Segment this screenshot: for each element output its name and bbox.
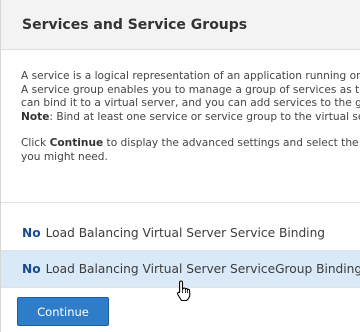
description-text: A service is a logical representation of… [21,70,360,165]
hand-pointer-icon [176,280,191,302]
panel-header: Services and Service Groups [1,0,360,50]
continue-button[interactable]: Continue [17,297,109,326]
note-line: Note: Bind at least one service or servi… [21,111,360,125]
binding-status: No [22,262,41,276]
binding-label: Load Balancing Virtual Server Service Bi… [45,226,326,240]
service-binding-row[interactable]: No Load Balancing Virtual Server Service… [1,215,360,251]
instruction-bold: Continue [49,137,104,150]
instruction-prefix: Click [21,137,50,150]
instruction-suffix: to display the advanced settings and sel… [103,137,360,150]
description-line: can bind it to a virtual server, and you… [21,97,360,110]
binding-status: No [22,226,41,240]
description-line: A service group enables you to manage a … [21,83,360,96]
description-line: A service is a logical representation of… [21,70,360,82]
note-label: Note [21,110,50,123]
page-title: Services and Service Groups [22,17,248,33]
note-text: : Bind at least one service or service g… [49,110,360,123]
divider [1,202,360,203]
binding-label: Load Balancing Virtual Server ServiceGro… [45,262,360,276]
continue-instruction: Click Continue to display the advanced s… [21,137,360,151]
description-line: you might need. [21,150,108,163]
